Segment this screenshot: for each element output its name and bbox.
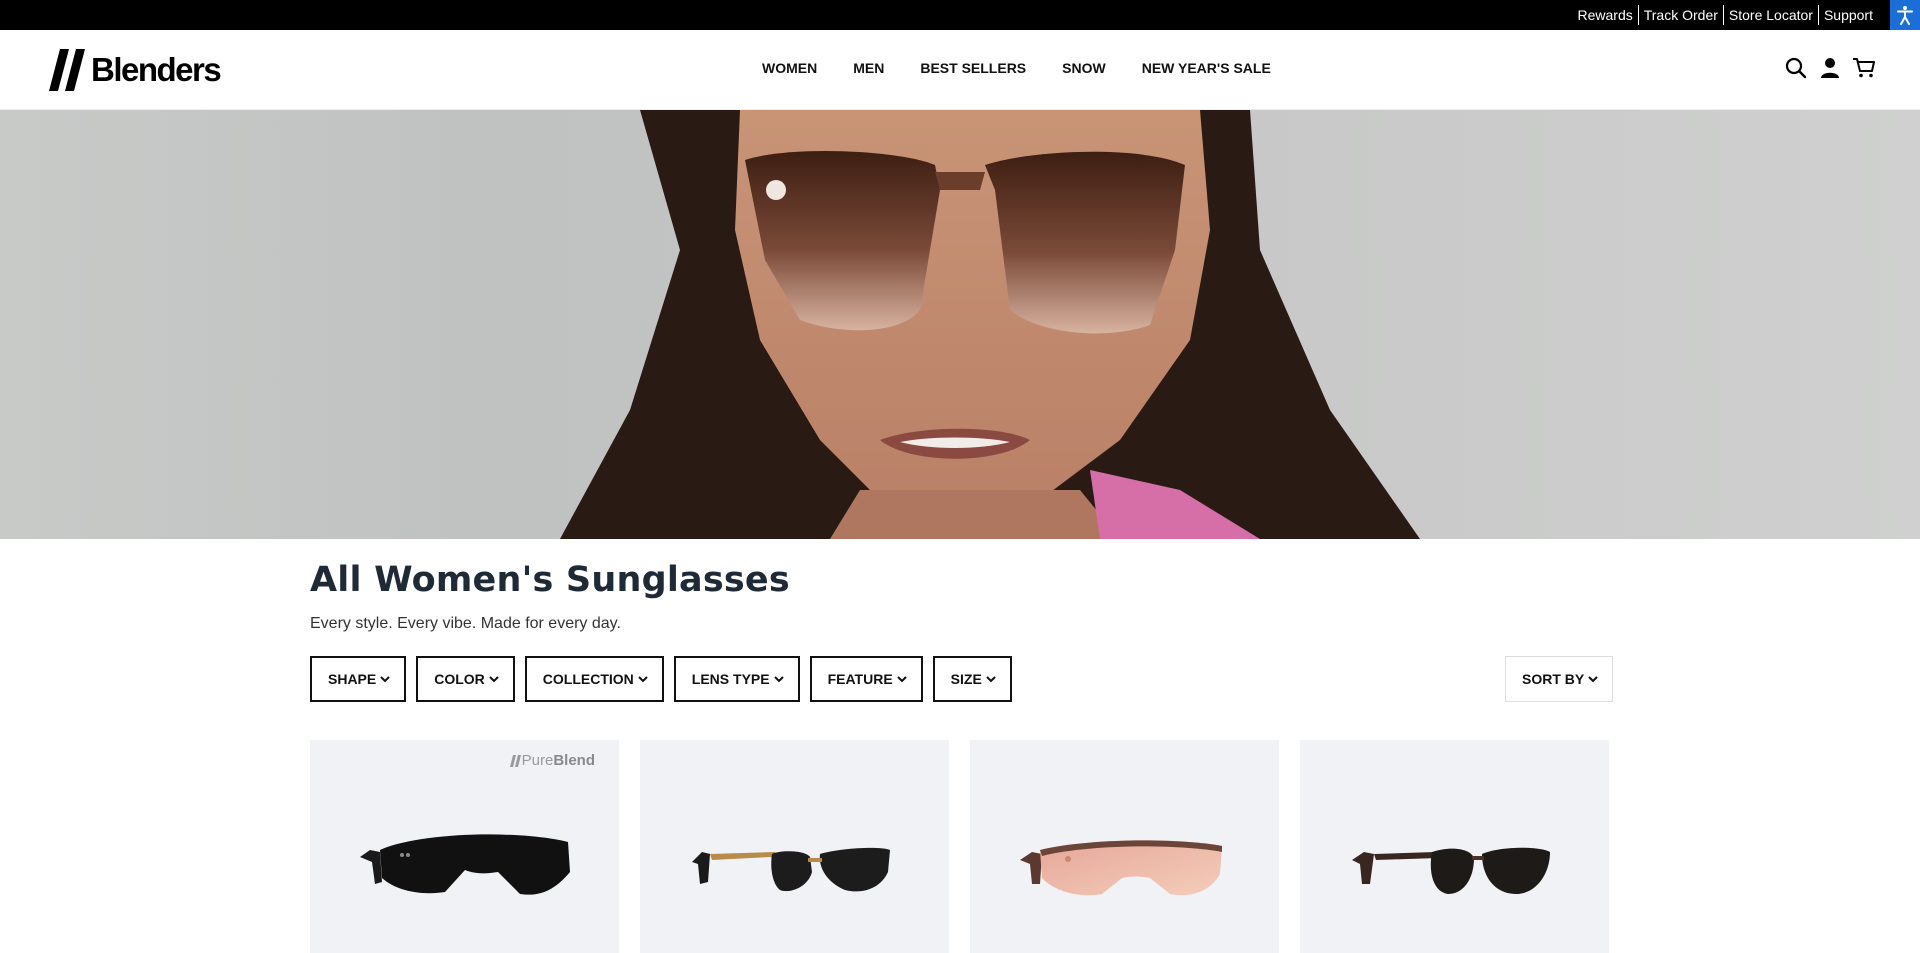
product-image: [360, 834, 570, 895]
nav-women[interactable]: WOMEN: [762, 60, 817, 76]
nav-snow[interactable]: SNOW: [1062, 60, 1106, 76]
account-button[interactable]: [1818, 56, 1842, 80]
nav-best-sellers[interactable]: BEST SELLERS: [920, 60, 1026, 76]
filter-bar: SHAPE COLOR COLLECTION LENS TYPE FEATURE…: [310, 656, 1022, 702]
product-card[interactable]: [1300, 740, 1609, 953]
filter-label: SHAPE: [328, 671, 377, 687]
track-order-link[interactable]: Track Order: [1639, 5, 1723, 25]
product-card[interactable]: [640, 740, 949, 953]
chevron-down-icon: [773, 675, 784, 683]
header-icons: [1774, 56, 1876, 80]
product-grid: Pure Blend: [310, 740, 1630, 953]
search-button[interactable]: [1784, 56, 1808, 80]
product-image: [1020, 840, 1222, 896]
hero-banner: [0, 110, 1920, 539]
cart-icon: [1853, 58, 1875, 78]
filter-shape-button[interactable]: SHAPE: [310, 656, 407, 702]
sort-label: SORT BY: [1522, 671, 1585, 687]
pureblend-badge: Pure Blend: [509, 752, 595, 769]
filter-feature-button[interactable]: FEATURE: [809, 656, 923, 702]
search-icon: [1785, 57, 1807, 79]
chevron-down-icon: [986, 675, 996, 683]
logo-slashes-icon: [49, 49, 85, 91]
page-subtitle: Every style. Every vibe. Made for every …: [310, 615, 621, 632]
chevron-down-icon: [380, 675, 390, 683]
filter-label: COLOR: [434, 671, 485, 687]
chevron-down-icon: [638, 675, 648, 683]
chevron-down-icon: [896, 675, 907, 683]
support-link[interactable]: Support: [1819, 5, 1878, 25]
account-icon: [1821, 58, 1839, 78]
product-image: [692, 847, 890, 892]
cart-button[interactable]: [1852, 56, 1876, 80]
product-card[interactable]: [970, 740, 1279, 953]
filter-label: COLLECTION: [542, 671, 634, 687]
accessibility-icon: [1897, 6, 1913, 25]
logo[interactable]: Blenders: [49, 48, 222, 92]
filter-color-button[interactable]: COLOR: [416, 656, 515, 702]
nav-men[interactable]: MEN: [853, 60, 884, 76]
logo-slashes-icon: [509, 754, 521, 767]
filter-label: LENS TYPE: [691, 671, 770, 687]
site-header: Blenders WOMEN MEN BEST SELLERS SNOW NEW…: [0, 30, 1920, 110]
chevron-down-icon: [1588, 675, 1598, 683]
sort-by-button[interactable]: SORT BY: [1505, 656, 1614, 702]
product-card[interactable]: Pure Blend: [310, 740, 619, 953]
nav-new-years-sale[interactable]: NEW YEAR'S SALE: [1142, 60, 1271, 76]
accessibility-button[interactable]: [1890, 0, 1920, 30]
page-title: All Women's Sunglasses: [310, 560, 790, 600]
filter-size-button[interactable]: SIZE: [932, 656, 1012, 702]
utility-bar: Rewards Track Order Store Locator Suppor…: [0, 0, 1920, 30]
badge-prefix: Pure: [521, 752, 554, 769]
filter-collection-button[interactable]: COLLECTION: [524, 656, 664, 702]
filter-label: FEATURE: [827, 671, 893, 687]
logo-text: Blenders: [91, 51, 222, 88]
hero-image: [560, 110, 1420, 539]
filter-lens-type-button[interactable]: LENS TYPE: [673, 656, 800, 702]
utility-links: Rewards Track Order Store Locator Suppor…: [1572, 0, 1878, 30]
main-nav: WOMEN MEN BEST SELLERS SNOW NEW YEAR'S S…: [762, 30, 1307, 106]
store-locator-link[interactable]: Store Locator: [1724, 5, 1818, 25]
badge-suffix: Blend: [553, 752, 595, 769]
rewards-link[interactable]: Rewards: [1572, 5, 1637, 25]
product-image: [1352, 847, 1550, 894]
filter-label: SIZE: [950, 671, 982, 687]
chevron-down-icon: [489, 675, 499, 683]
